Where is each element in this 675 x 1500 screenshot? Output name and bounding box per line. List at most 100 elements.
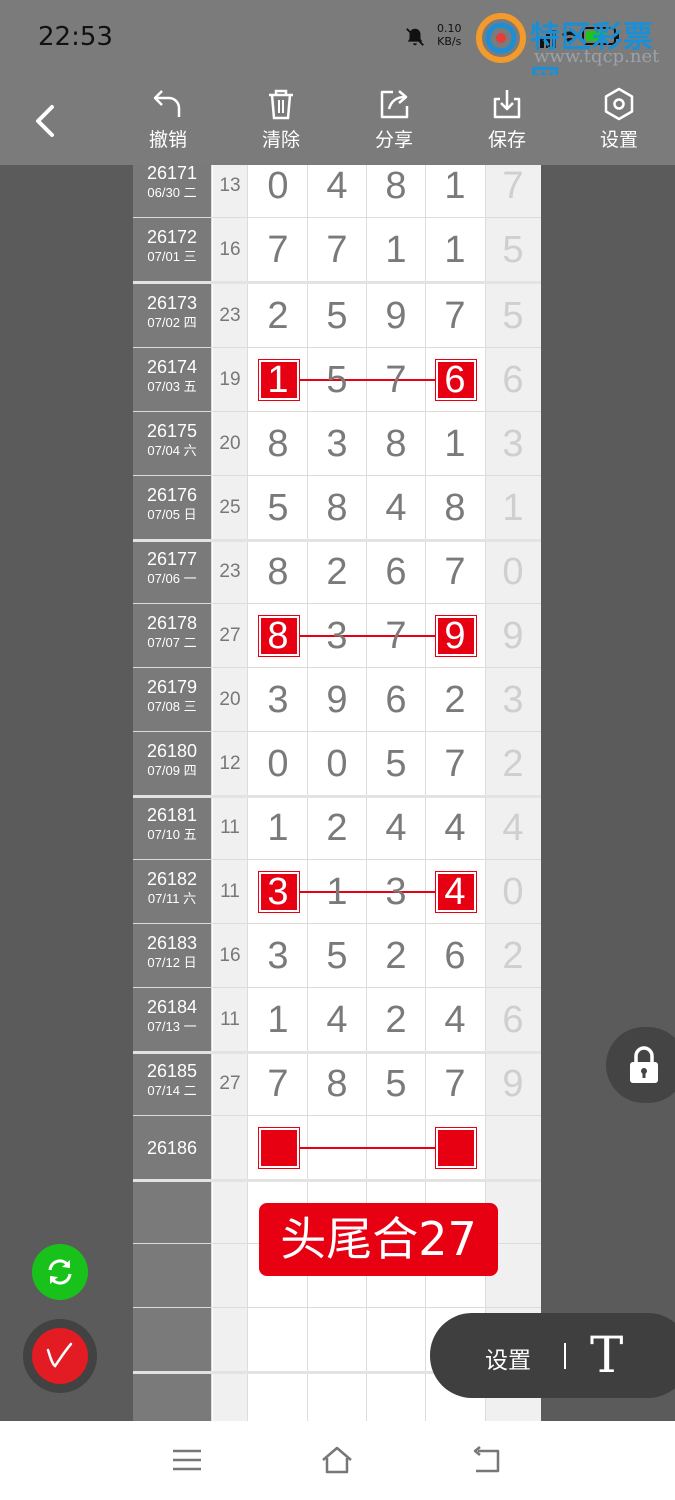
- digit-cell[interactable]: 2: [367, 924, 425, 988]
- digit-cell[interactable]: 8: [249, 412, 307, 476]
- digit-cell[interactable]: 4: [426, 796, 484, 860]
- issue-number: 26180: [146, 741, 198, 761]
- digit-cell[interactable]: 9: [426, 604, 484, 668]
- tail-value-cell: 0: [502, 871, 524, 913]
- digit-cell[interactable]: 8: [367, 412, 425, 476]
- digit-sum: 11: [220, 1009, 240, 1030]
- digit-cell[interactable]: 7: [426, 284, 484, 348]
- digit-cell[interactable]: 4: [367, 476, 425, 540]
- digit-cell[interactable]: 1: [249, 796, 307, 860]
- digit-cell[interactable]: 5: [367, 732, 425, 796]
- settings-button[interactable]: 设置: [579, 87, 659, 159]
- digit-cell[interactable]: 4: [426, 860, 484, 924]
- digit-cell[interactable]: 1: [308, 860, 366, 924]
- issue-date: 07/11 六: [147, 891, 197, 906]
- digit-cell[interactable]: 3: [249, 668, 307, 732]
- chevron-left-icon[interactable]: [26, 99, 66, 143]
- digit-cell[interactable]: 8: [308, 476, 366, 540]
- digit-cell[interactable]: 5: [249, 476, 307, 540]
- digit-cell[interactable]: 8: [249, 540, 307, 604]
- issue-date: 07/05 日: [147, 507, 197, 522]
- home-icon[interactable]: [320, 1443, 354, 1477]
- digit-cell[interactable]: 6: [426, 348, 484, 412]
- digit-cell[interactable]: 3: [367, 860, 425, 924]
- digit-sum: 25: [219, 497, 241, 518]
- table-row: 26180 07/09 四 12 0 0 5 7 2: [133, 732, 541, 796]
- digit-cell[interactable]: 8: [426, 476, 484, 540]
- issue-number: 26172: [146, 227, 198, 247]
- digit-cell[interactable]: 4: [308, 165, 366, 218]
- digit-cell[interactable]: 9: [367, 284, 425, 348]
- lock-button[interactable]: [606, 1027, 675, 1103]
- digit-cell[interactable]: 4: [367, 796, 425, 860]
- pen-tool[interactable]: [23, 1319, 97, 1393]
- digit-cell[interactable]: 3: [308, 604, 366, 668]
- digit-cell[interactable]: 5: [367, 1052, 425, 1116]
- issue-date: 07/08 三: [147, 699, 197, 714]
- digit-cell[interactable]: 9: [308, 668, 366, 732]
- issue-cell: 26182 07/11 六: [133, 860, 211, 924]
- digit-cell[interactable]: 2: [426, 668, 484, 732]
- tail-value-cell: 0: [502, 551, 524, 593]
- digit-cell[interactable]: 7: [426, 1052, 484, 1116]
- digit-sum: 23: [219, 561, 241, 582]
- digit-cell[interactable]: 1: [249, 988, 307, 1052]
- digit-cell[interactable]: 7: [426, 732, 484, 796]
- digit-cell[interactable]: 0: [249, 165, 307, 218]
- issue-cell: 26174 07/03 五: [133, 348, 211, 412]
- table-row: 26171 06/30 二 13 0 4 8 1 7: [133, 165, 541, 218]
- digit-cell[interactable]: 3: [249, 924, 307, 988]
- digit-cell[interactable]: 3: [308, 412, 366, 476]
- digit-cell[interactable]: 1: [367, 218, 425, 282]
- digit-cell[interactable]: 2: [308, 796, 366, 860]
- digit-cell[interactable]: 0: [249, 732, 307, 796]
- digit-cell[interactable]: 2: [367, 988, 425, 1052]
- digit-cell[interactable]: 6: [426, 924, 484, 988]
- digit-cell[interactable]: 1: [426, 165, 484, 218]
- digit-cell[interactable]: 7: [367, 348, 425, 412]
- undo-button[interactable]: 撤销: [128, 87, 208, 159]
- refresh-button[interactable]: [32, 1244, 88, 1300]
- digit-sum: 20: [219, 433, 241, 454]
- issue-number: 26184: [146, 997, 198, 1017]
- pen-button[interactable]: [32, 1328, 88, 1384]
- digit-cell[interactable]: 3: [249, 860, 307, 924]
- digit-cell[interactable]: 6: [367, 668, 425, 732]
- clear-button[interactable]: 清除: [241, 87, 321, 159]
- issue-cell: 26183 07/12 日: [133, 924, 211, 988]
- back-icon[interactable]: [470, 1443, 504, 1477]
- issue-cell: 26180 07/09 四: [133, 732, 211, 796]
- digit-cell[interactable]: 4: [308, 988, 366, 1052]
- digit-cell[interactable]: 8: [249, 604, 307, 668]
- table-row: 26184 07/13 一 11 1 4 2 4 6: [133, 988, 541, 1052]
- text-settings-button[interactable]: 设置: [485, 1341, 531, 1375]
- digit-cell[interactable]: 7: [367, 604, 425, 668]
- digit-cell[interactable]: 7: [249, 1052, 307, 1116]
- digit-cell[interactable]: 5: [308, 284, 366, 348]
- digit-cell[interactable]: 2: [249, 284, 307, 348]
- issue-cell: [133, 1372, 211, 1421]
- text-tool-icon[interactable]: T: [590, 1325, 623, 1385]
- digit-cell[interactable]: 5: [308, 924, 366, 988]
- tail-digit-highlight: [436, 1128, 476, 1168]
- digit-cell[interactable]: 1: [426, 218, 484, 282]
- digit-cell[interactable]: 7: [308, 218, 366, 282]
- digit-cell[interactable]: 8: [367, 165, 425, 218]
- digit-cell[interactable]: 2: [308, 540, 366, 604]
- digit-sum: 16: [219, 945, 241, 966]
- tail-value-cell: 2: [502, 743, 524, 785]
- digit-cell[interactable]: 1: [249, 348, 307, 412]
- menu-icon[interactable]: [170, 1443, 204, 1477]
- digit-cell[interactable]: 6: [367, 540, 425, 604]
- digit-cell[interactable]: 8: [308, 1052, 366, 1116]
- digit-cell[interactable]: 4: [426, 988, 484, 1052]
- digit-cell[interactable]: 1: [426, 412, 484, 476]
- digit-cell[interactable]: 5: [308, 348, 366, 412]
- share-button[interactable]: 分享: [354, 87, 434, 159]
- save-button[interactable]: 保存: [467, 87, 547, 159]
- issue-cell: 26177 07/06 一: [133, 540, 211, 604]
- digit-cell[interactable]: 0: [308, 732, 366, 796]
- digit-cell[interactable]: 7: [249, 218, 307, 282]
- watermark-url: www.tqcp.net: [534, 46, 660, 67]
- digit-cell[interactable]: 7: [426, 540, 484, 604]
